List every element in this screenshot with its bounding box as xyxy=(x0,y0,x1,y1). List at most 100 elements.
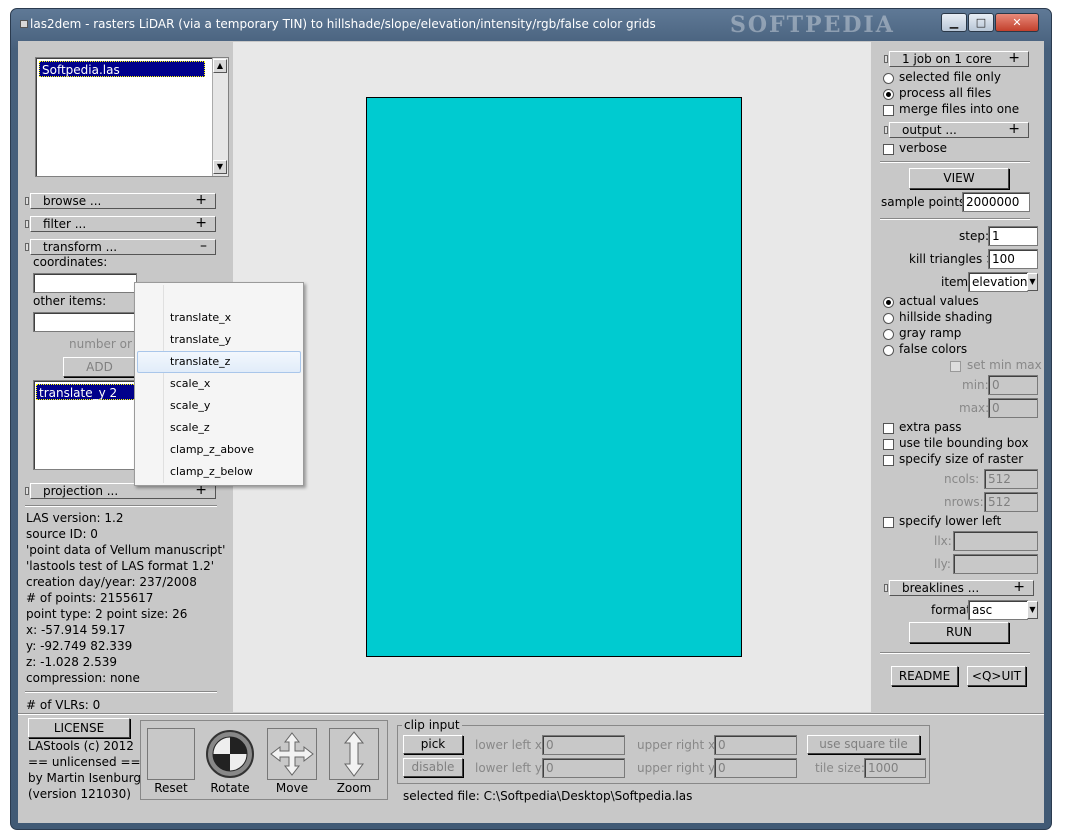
minimize-button[interactable]: ▁ xyxy=(941,13,967,32)
menu-item-scale-y[interactable]: scale_y xyxy=(137,395,301,417)
lower-left-x-input[interactable]: 0 xyxy=(542,735,625,755)
scroll-up-icon[interactable]: ▲ xyxy=(213,59,227,73)
license-line: (version 121030) xyxy=(28,787,131,801)
point-count: # of points: 2155617 xyxy=(26,591,154,605)
quit-button[interactable]: <Q>UIT xyxy=(967,666,1026,686)
specify-size-label: specify size of raster xyxy=(899,452,1024,466)
chevron-down-icon[interactable]: ▼ xyxy=(1027,601,1038,619)
file-list-item[interactable]: Softpedia.las xyxy=(39,61,205,77)
zoom-button[interactable] xyxy=(329,728,379,780)
actual-values-radio[interactable] xyxy=(883,297,894,308)
upper-right-x-input[interactable]: 0 xyxy=(714,735,797,755)
menu-item-clamp-z-below[interactable]: clamp_z_below xyxy=(137,461,301,483)
hillside-shading-label: hillside shading xyxy=(899,310,993,324)
kill-triangles-input[interactable]: 100 xyxy=(988,249,1038,269)
sample-points-input[interactable]: 2000000 xyxy=(962,192,1030,212)
ncols-label: ncols: xyxy=(944,472,980,486)
step-label: step: xyxy=(959,229,989,243)
menu-item-clamp-z-above[interactable]: clamp_z_above xyxy=(137,439,301,461)
transform-list-item[interactable]: translate_y 2 xyxy=(36,384,136,400)
menu-item-scale-z[interactable]: scale_z xyxy=(137,417,301,439)
filter-rollout[interactable]: filter ... + xyxy=(25,215,216,232)
add-button[interactable]: ADD xyxy=(63,357,136,377)
extra-pass-checkbox[interactable] xyxy=(883,423,894,434)
readme-button[interactable]: README xyxy=(891,666,958,686)
hillside-shading-radio[interactable] xyxy=(883,313,894,324)
tile-bounding-box-checkbox[interactable] xyxy=(883,439,894,450)
scroll-down-icon[interactable]: ▼ xyxy=(213,160,227,174)
lly-input[interactable] xyxy=(953,554,1038,574)
verbose-checkbox[interactable] xyxy=(883,144,894,155)
false-colors-radio[interactable] xyxy=(883,345,894,356)
selected-file-only-label: selected file only xyxy=(899,70,1001,84)
las-info: LAS version: 1.2 source ID: 0 'point dat… xyxy=(26,511,225,687)
tile-size-input[interactable]: 1000 xyxy=(864,758,926,778)
merge-files-checkbox[interactable] xyxy=(883,105,894,116)
chevron-down-icon[interactable]: ▼ xyxy=(1027,273,1038,291)
projection-label: projection ... xyxy=(43,484,119,498)
tile-size-label: tile size: xyxy=(815,761,865,775)
file-list-scrollbar[interactable]: ▲ ▼ xyxy=(212,58,228,176)
browse-rollout[interactable]: browse ... + xyxy=(25,193,216,209)
breaklines-label: breaklines ... xyxy=(902,581,980,595)
transform-list[interactable]: translate_y 2 xyxy=(33,380,137,470)
selected-file-only-radio[interactable] xyxy=(883,73,894,84)
upper-right-y-input[interactable]: 0 xyxy=(714,758,797,778)
ncols-input[interactable]: 512 xyxy=(984,469,1038,489)
coordinates-select[interactable] xyxy=(33,273,137,293)
transform-rollout[interactable]: transform ... – xyxy=(25,239,216,255)
gray-ramp-radio[interactable] xyxy=(883,329,894,340)
step-input[interactable]: 1 xyxy=(988,226,1038,246)
license-line: == unlicensed == xyxy=(28,755,141,769)
rollout-handle-icon xyxy=(25,197,29,205)
y-range: y: -92.749 82.339 xyxy=(26,639,133,653)
lower-left-x-label: lower left x: xyxy=(475,738,547,752)
use-square-tile-button[interactable]: use square tile xyxy=(807,735,920,754)
maximize-button[interactable]: □ xyxy=(968,13,994,32)
license-button[interactable]: LICENSE xyxy=(28,718,130,738)
source-id: source ID: 0 xyxy=(26,527,98,541)
run-button[interactable]: RUN xyxy=(909,622,1009,643)
close-button[interactable]: ✕ xyxy=(995,13,1039,32)
license-line: LAStools (c) 2012 xyxy=(28,739,134,753)
menu-item-translate-z[interactable]: translate_z xyxy=(137,351,301,373)
set-min-max-label: set min max xyxy=(967,358,1042,372)
process-all-files-radio[interactable] xyxy=(883,89,894,100)
format-select[interactable]: asc xyxy=(968,600,1028,620)
kill-triangles-label: kill triangles > xyxy=(909,252,997,266)
llx-input[interactable] xyxy=(953,531,1038,551)
x-range: x: -57.914 59.17 xyxy=(26,623,126,637)
menu-item-translate-x[interactable]: translate_x xyxy=(137,307,301,329)
pick-button[interactable]: pick xyxy=(403,735,463,754)
min-input[interactable]: 0 xyxy=(988,375,1038,395)
breaklines-rollout[interactable]: breaklines ... + xyxy=(884,580,1034,596)
view-button[interactable]: VIEW xyxy=(909,168,1009,189)
browse-label: browse ... xyxy=(43,194,102,208)
lower-left-y-input[interactable]: 0 xyxy=(542,758,625,778)
menu-item-translate-y[interactable]: translate_y xyxy=(137,329,301,351)
separator xyxy=(880,218,1030,220)
upper-right-y-label: upper right y: xyxy=(637,761,719,775)
verbose-label: verbose xyxy=(899,141,948,155)
move-button[interactable] xyxy=(267,728,317,780)
item-select[interactable]: elevation xyxy=(968,272,1028,292)
expand-icon: + xyxy=(195,215,207,231)
nrows-input[interactable]: 512 xyxy=(984,492,1038,512)
rotate-button[interactable] xyxy=(205,728,255,780)
set-min-max-checkbox[interactable] xyxy=(950,361,961,372)
lower-left-checkbox[interactable] xyxy=(883,517,894,528)
disable-button[interactable]: disable xyxy=(403,758,463,777)
move-arrows-icon xyxy=(270,732,314,776)
other-items-select[interactable] xyxy=(33,312,137,332)
system-identifier: 'point data of Vellum manuscript' xyxy=(26,543,226,557)
specify-size-checkbox[interactable] xyxy=(883,455,894,466)
file-list[interactable]: Softpedia.las ▲ ▼ xyxy=(35,57,229,177)
cores-rollout[interactable]: 1 job on 1 core + xyxy=(884,51,1029,67)
separator xyxy=(25,691,217,693)
output-rollout[interactable]: output ... + xyxy=(884,122,1029,138)
reset-button[interactable] xyxy=(147,728,195,780)
menu-item-scale-x[interactable]: scale_x xyxy=(137,373,301,395)
max-input[interactable]: 0 xyxy=(988,398,1038,418)
min-label: min: xyxy=(962,378,989,392)
false-colors-label: false colors xyxy=(899,342,968,356)
